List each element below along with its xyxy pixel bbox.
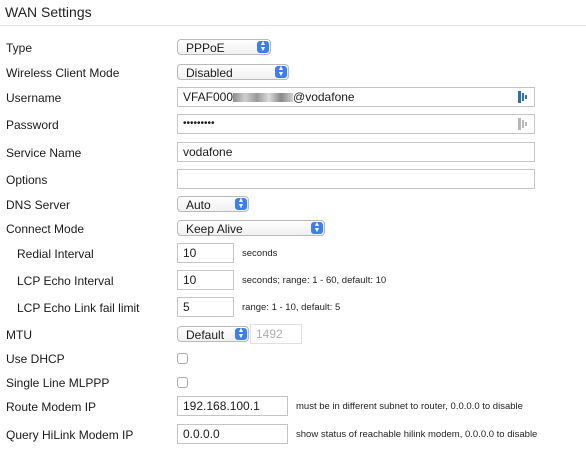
password-row: Password ••••••••• (0, 114, 586, 136)
lcp-echo-fail-limit-label: LCP Echo Link fail limit (17, 301, 140, 315)
dns-server-label: DNS Server (6, 198, 71, 212)
username-prefix: VFAF000 (183, 90, 234, 104)
username-suffix: @vodafone (293, 90, 355, 104)
query-hilink-modem-ip-row: Query HiLink Modem IP 0.0.0.0 show statu… (0, 424, 586, 446)
up-down-chevron-icon: ▲ ▼ (311, 221, 323, 234)
key-icon[interactable] (518, 91, 528, 103)
redial-interval-row: Redial Interval 10 seconds (0, 243, 586, 265)
single-line-mlppp-label: Single Line MLPPP (6, 376, 110, 390)
mtu-input[interactable]: 1492 (250, 324, 302, 344)
up-down-chevron-icon: ▲ ▼ (235, 197, 247, 210)
lcp-echo-fail-limit-hint: range: 1 - 10, default: 5 (242, 302, 341, 313)
options-input[interactable] (177, 169, 535, 189)
mtu-select-value: Default (186, 328, 225, 342)
dns-server-value: Auto (186, 198, 211, 212)
key-icon[interactable] (518, 118, 528, 130)
dns-server-row: DNS Server Auto ▲ ▼ (0, 194, 586, 216)
wireless-client-mode-label: Wireless Client Mode (6, 66, 120, 80)
query-hilink-modem-ip-input[interactable]: 0.0.0.0 (177, 424, 288, 444)
redial-interval-label: Redial Interval (17, 247, 94, 261)
options-row: Options (0, 169, 586, 191)
service-name-label: Service Name (6, 146, 82, 160)
type-select-value: PPPoE (186, 41, 225, 55)
route-modem-ip-hint: must be in different subnet to router, 0… (296, 401, 523, 412)
lcp-echo-fail-limit-row: LCP Echo Link fail limit 5 range: 1 - 10… (0, 297, 586, 319)
mtu-select[interactable]: Default ▲ ▼ (177, 326, 249, 342)
lcp-echo-fail-limit-input[interactable]: 5 (177, 297, 234, 317)
connect-mode-select[interactable]: Keep Alive ▲ ▼ (177, 220, 325, 236)
use-dhcp-label: Use DHCP (6, 352, 65, 366)
service-name-input[interactable]: vodafone (177, 142, 535, 162)
page-title: WAN Settings (5, 4, 92, 20)
wireless-client-mode-row: Wireless Client Mode Disabled ▲ ▼ (0, 62, 586, 84)
up-down-chevron-icon: ▲ ▼ (257, 40, 269, 53)
mtu-row: MTU Default ▲ ▼ 1492 (0, 324, 586, 346)
title-divider (0, 25, 586, 26)
connect-mode-value: Keep Alive (186, 222, 243, 236)
lcp-echo-interval-hint: seconds; range: 1 - 60, default: 10 (242, 275, 387, 286)
query-hilink-modem-ip-label: Query HiLink Modem IP (6, 428, 134, 442)
redial-interval-hint: seconds (242, 248, 278, 259)
route-modem-ip-label: Route Modem IP (6, 400, 97, 414)
single-line-mlppp-row: Single Line MLPPP (0, 372, 586, 394)
password-input[interactable]: ••••••••• (177, 114, 535, 134)
username-label: Username (6, 91, 62, 105)
use-dhcp-checkbox[interactable] (177, 353, 188, 364)
redacted-blur (233, 93, 294, 102)
type-row: Type PPPoE ▲ ▼ (0, 37, 586, 59)
service-name-row: Service Name vodafone (0, 142, 586, 164)
connect-mode-row: Connect Mode Keep Alive ▲ ▼ (0, 218, 586, 240)
single-line-mlppp-checkbox[interactable] (177, 377, 188, 388)
options-label: Options (6, 173, 48, 187)
route-modem-ip-row: Route Modem IP 192.168.100.1 must be in … (0, 396, 586, 418)
lcp-echo-interval-input[interactable]: 10 (177, 270, 234, 290)
wireless-client-mode-value: Disabled (186, 66, 233, 80)
query-hilink-modem-ip-hint: show status of reachable hilink modem, 0… (296, 429, 538, 440)
type-select[interactable]: PPPoE ▲ ▼ (177, 39, 271, 55)
use-dhcp-row: Use DHCP (0, 348, 586, 370)
lcp-echo-interval-row: LCP Echo Interval 10 seconds; range: 1 -… (0, 270, 586, 292)
redial-interval-input[interactable]: 10 (177, 243, 234, 263)
mtu-label: MTU (6, 328, 32, 342)
up-down-chevron-icon: ▲ ▼ (235, 327, 247, 340)
up-down-chevron-icon: ▲ ▼ (275, 65, 287, 78)
wireless-client-mode-select[interactable]: Disabled ▲ ▼ (177, 64, 289, 80)
connect-mode-label: Connect Mode (6, 222, 85, 236)
type-label: Type (6, 41, 33, 55)
dns-server-select[interactable]: Auto ▲ ▼ (177, 196, 249, 212)
password-value: ••••••••• (183, 118, 215, 129)
password-label: Password (6, 118, 59, 132)
username-row: Username VFAF000 @vodafone (0, 87, 586, 109)
username-input[interactable]: VFAF000 @vodafone (177, 87, 535, 107)
route-modem-ip-input[interactable]: 192.168.100.1 (177, 396, 288, 416)
lcp-echo-interval-label: LCP Echo Interval (17, 274, 114, 288)
